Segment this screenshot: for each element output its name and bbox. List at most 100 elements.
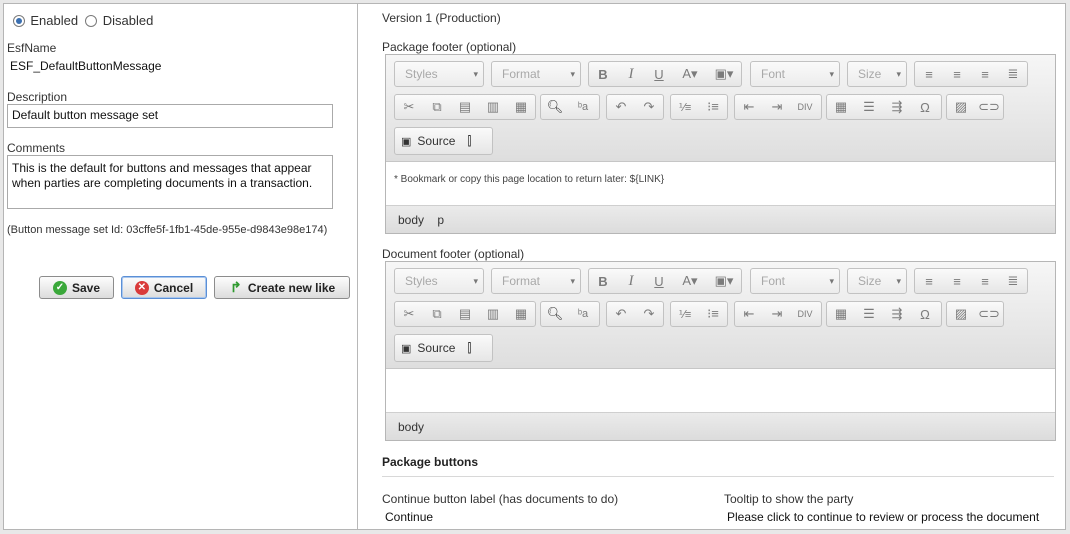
maximize-icon[interactable]: ⫿ [467,341,471,356]
background-color-icon[interactable]: ▣▾ [707,269,741,293]
format-combo[interactable]: Format [491,61,581,87]
div-container-icon[interactable]: DIV [791,302,819,326]
cut-icon[interactable]: ✂ [395,95,423,119]
media-group-2: ▨ ⊂⊃ [946,301,1004,327]
undo-icon[interactable]: ↶ [607,302,635,326]
link-icon[interactable]: ⊂⊃ [975,302,1003,326]
cut-icon[interactable]: ✂ [395,302,423,326]
path-body[interactable]: body [398,213,424,227]
page-break-icon[interactable]: ⇶ [883,302,911,326]
package-footer-content[interactable]: * Bookmark or copy this page location to… [386,162,1055,205]
align-justify-icon[interactable]: ≣ [999,62,1027,86]
font-combo-2[interactable]: Font [750,268,840,294]
bulleted-list-icon[interactable]: ⁝≡ [699,95,727,119]
paste-text-icon[interactable]: ▥ [479,95,507,119]
enabled-label[interactable]: Enabled [30,13,78,28]
save-button[interactable]: ✓ Save [39,276,114,299]
align-center-icon[interactable]: ≡ [943,62,971,86]
horizontal-line-icon[interactable]: ☰ [855,302,883,326]
font-combo[interactable]: Font [750,61,840,87]
underline-icon[interactable]: U [645,269,673,293]
numbered-list-icon[interactable]: ⅟≡ [671,95,699,119]
text-color-icon[interactable]: A▾ [673,269,707,293]
disabled-label[interactable]: Disabled [103,13,154,28]
align-right-icon[interactable]: ≡ [971,62,999,86]
size-combo[interactable]: Size [847,61,907,87]
replace-icon[interactable]: ᵇa [569,95,597,119]
find-group: 🔍︎ ᵇa [540,94,600,120]
size-combo-2[interactable]: Size [847,268,907,294]
div-container-icon[interactable]: DIV [791,95,819,119]
align-left-icon[interactable]: ≡ [915,269,943,293]
italic-icon[interactable]: I [617,269,645,293]
paste-word-icon[interactable]: ▦ [507,302,535,326]
align-justify-icon[interactable]: ≣ [999,269,1027,293]
text-color-icon[interactable]: A▾ [673,62,707,86]
image-icon[interactable]: ▨ [947,95,975,119]
maximize-icon[interactable]: ⫿ [467,134,471,149]
paste-icon[interactable]: ▤ [451,302,479,326]
tooltip-value[interactable]: Please click to continue to review or pr… [727,510,1039,524]
find-icon[interactable]: 🔍︎ [541,95,569,119]
find-icon[interactable]: 🔍︎ [541,302,569,326]
numbered-list-icon[interactable]: ⅟≡ [671,302,699,326]
path-p[interactable]: p [437,213,444,227]
page-break-icon[interactable]: ⇶ [883,95,911,119]
indent-icon[interactable]: ⇥ [763,302,791,326]
styles-combo[interactable]: Styles [394,61,484,87]
special-char-icon[interactable]: Ω [911,302,939,326]
paste-icon[interactable]: ▤ [451,95,479,119]
underline-icon[interactable]: U [645,62,673,86]
paste-text-icon[interactable]: ▥ [479,302,507,326]
bold-icon[interactable]: B [589,269,617,293]
comments-label: Comments [7,141,66,155]
redo-icon[interactable]: ↷ [635,95,663,119]
indent-group-2: ⇤ ⇥ DIV [734,301,822,327]
align-center-icon[interactable]: ≡ [943,269,971,293]
document-footer-content[interactable] [386,369,1055,412]
source-button[interactable]: ▣ Source ⫿ [394,127,493,155]
horizontal-line-icon[interactable]: ☰ [855,95,883,119]
indent-icon[interactable]: ⇥ [763,95,791,119]
package-footer-toolbar: Styles Format B I U A▾ ▣▾ Font Size ≡ ≡ … [386,55,1055,162]
cancel-button[interactable]: ✕ Cancel [121,276,207,299]
outdent-icon[interactable]: ⇤ [735,302,763,326]
continue-label-value[interactable]: Continue [385,510,433,524]
bold-icon[interactable]: B [589,62,617,86]
comments-textarea[interactable]: This is the default for buttons and mess… [7,155,333,209]
replace-icon[interactable]: ᵇa [569,302,597,326]
bulleted-list-icon[interactable]: ⁝≡ [699,302,727,326]
background-color-icon[interactable]: ▣▾ [707,62,741,86]
link-icon[interactable]: ⊂⊃ [975,95,1003,119]
format-combo-2[interactable]: Format [491,268,581,294]
history-group-2: ↶ ↷ [606,301,664,327]
italic-icon[interactable]: I [617,62,645,86]
clipboard-group-2: ✂ ⧉ ▤ ▥ ▦ [394,301,536,327]
copy-icon[interactable]: ⧉ [423,302,451,326]
enabled-radio[interactable] [13,15,25,27]
path-body-2[interactable]: body [398,420,424,434]
branch-arrow-icon: ↱ [229,279,242,295]
description-input[interactable]: Default button message set [7,104,333,128]
special-char-icon[interactable]: Ω [911,95,939,119]
styles-combo-2[interactable]: Styles [394,268,484,294]
copy-icon[interactable]: ⧉ [423,95,451,119]
align-right-icon[interactable]: ≡ [971,269,999,293]
source-button-2[interactable]: ▣ Source ⫿ [394,334,493,362]
paste-word-icon[interactable]: ▦ [507,95,535,119]
table-icon[interactable]: ▦ [827,302,855,326]
disabled-radio[interactable] [85,15,98,27]
version-text: Version 1 (Production) [382,11,501,25]
image-icon[interactable]: ▨ [947,302,975,326]
outdent-icon[interactable]: ⇤ [735,95,763,119]
esfname-value: ESF_DefaultButtonMessage [10,59,162,73]
table-icon[interactable]: ▦ [827,95,855,119]
align-group-2: ≡ ≡ ≡ ≣ [914,268,1028,294]
undo-icon[interactable]: ↶ [607,95,635,119]
redo-icon[interactable]: ↷ [635,302,663,326]
package-footer-editor: Styles Format B I U A▾ ▣▾ Font Size ≡ ≡ … [385,54,1056,234]
package-buttons-heading: Package buttons [382,455,479,469]
text-format-group-2: B I U A▾ ▣▾ [588,268,742,294]
create-new-like-button[interactable]: ↱ Create new like [214,276,350,299]
align-left-icon[interactable]: ≡ [915,62,943,86]
